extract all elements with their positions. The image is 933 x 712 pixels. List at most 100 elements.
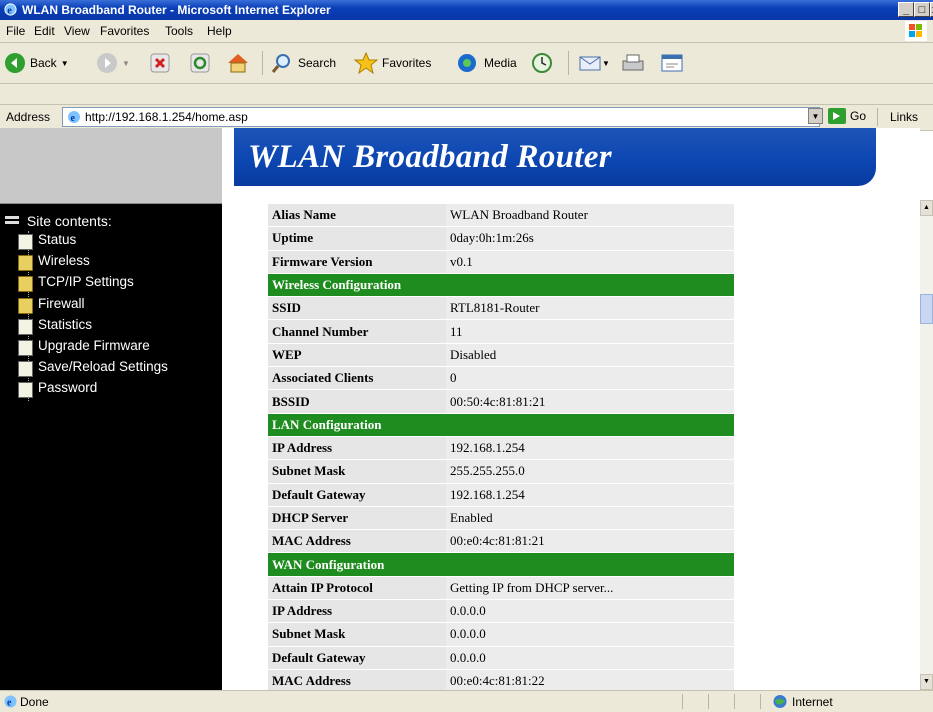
search-label: Search [298, 56, 337, 70]
page-status-icon: e [4, 695, 17, 709]
status-table: Alias Name WLAN Broadband Router Uptime 0da… [268, 204, 734, 690]
nav-item-statistics[interactable]: Statistics [18, 317, 92, 335]
field-value: 192.168.1.254 [446, 483, 734, 507]
back-label: Back [30, 56, 57, 70]
table-row: Default Gateway 0.0.0.0 [268, 646, 734, 670]
back-arrow-icon [5, 53, 25, 73]
table-row: Subnet Mask 0.0.0.0 [268, 622, 734, 647]
links-button[interactable]: Links [890, 110, 918, 124]
address-label: Address [6, 110, 51, 124]
table-row: MAC Address 00:e0:4c:81:81:22 [268, 669, 734, 690]
field-label: Associated Clients [268, 366, 446, 391]
section-header: LAN Configuration [268, 413, 734, 437]
scroll-down-button[interactable]: ▼ [920, 674, 933, 690]
field-value: 0 [446, 366, 734, 391]
field-label: DHCP Server [268, 506, 446, 531]
windows-flag-icon [905, 21, 927, 41]
folder-icon [18, 276, 33, 292]
scroll-thumb[interactable] [920, 294, 933, 324]
menu-view[interactable]: View [64, 24, 90, 38]
site-contents-label: Site contents: [26, 213, 112, 229]
folder-icon [18, 255, 33, 271]
document-icon [18, 340, 33, 356]
menu-help[interactable]: Help [207, 24, 232, 38]
nav-item-firewall[interactable]: Firewall [18, 296, 85, 314]
go-button[interactable]: Go [828, 108, 866, 124]
forward-arrow-icon [97, 53, 117, 73]
print-button[interactable] [620, 51, 646, 75]
sidebar-header [0, 128, 222, 204]
search-button[interactable]: Search [270, 51, 336, 75]
history-icon [532, 53, 552, 73]
nav-item-wireless[interactable]: Wireless [18, 253, 90, 271]
nav-item-password[interactable]: Password [18, 380, 97, 398]
field-value: RTL8181-Router [446, 296, 734, 321]
svg-text:▼: ▼ [602, 59, 608, 68]
document-icon [18, 382, 33, 398]
media-button[interactable]: Media [456, 51, 517, 75]
field-value: 11 [446, 319, 734, 344]
search-icon [271, 54, 290, 73]
table-row: Alias Name WLAN Broadband Router [268, 204, 734, 228]
field-label: SSID [268, 296, 446, 321]
folder-icon [18, 298, 33, 314]
field-label: Subnet Mask [268, 622, 446, 647]
field-value: 00:50:4c:81:81:21 [446, 389, 734, 414]
section-title: LAN Configuration [268, 413, 734, 437]
table-row: Attain IP Protocol Getting IP from DHCP s… [268, 576, 734, 601]
status-text: Done [20, 695, 49, 709]
field-label: MAC Address [268, 529, 446, 554]
field-value: v0.1 [446, 250, 734, 274]
table-row: WEP Disabled [268, 343, 734, 368]
nav-item-upgrade-firmware[interactable]: Upgrade Firmware [18, 338, 150, 356]
table-row: Subnet Mask 255.255.255.0 [268, 459, 734, 484]
document-icon [18, 361, 33, 377]
stop-button[interactable] [150, 51, 170, 75]
field-value: 192.168.1.254 [446, 436, 734, 461]
refresh-icon [190, 53, 210, 73]
menu-tools[interactable]: Tools [165, 24, 193, 38]
document-icon [18, 319, 33, 335]
security-zone: Internet [792, 695, 833, 709]
nav-item-status[interactable]: Status [18, 232, 76, 250]
table-row: MAC Address 00:e0:4c:81:81:21 [268, 529, 734, 554]
go-arrow-icon [828, 108, 846, 124]
minimize-button[interactable]: _ [898, 2, 914, 17]
back-button[interactable]: Back ▼ [4, 51, 69, 75]
table-row: Default Gateway 192.168.1.254 [268, 483, 734, 507]
maximize-button[interactable]: □ [914, 2, 930, 17]
scroll-up-button[interactable]: ▲ [920, 200, 933, 216]
field-label: Subnet Mask [268, 459, 446, 484]
menu-favorites[interactable]: Favorites [100, 24, 149, 38]
banner: WLAN Broadband Router [234, 128, 876, 186]
field-label: IP Address [268, 436, 446, 461]
mail-button[interactable]: ▼ [578, 51, 608, 75]
history-button[interactable] [530, 51, 554, 75]
favorites-button[interactable]: Favorites [354, 51, 431, 75]
menu-file[interactable]: File [6, 24, 25, 38]
vertical-scrollbar[interactable]: ▲ ▼ [920, 200, 933, 690]
home-button[interactable] [226, 51, 250, 75]
globe-icon [773, 695, 787, 708]
table-row: IP Address 192.168.1.254 [268, 436, 734, 461]
field-value: 00:e0:4c:81:81:21 [446, 529, 734, 554]
edit-button[interactable] [660, 51, 686, 75]
section-title: Wireless Configuration [268, 273, 734, 298]
nav-item-tcpip-settings[interactable]: TCP/IP Settings [18, 274, 134, 292]
menu-edit[interactable]: Edit [34, 24, 55, 38]
nav-item-save-reload-settings[interactable]: Save/Reload Settings [18, 359, 168, 377]
field-label: Alias Name [268, 204, 446, 228]
field-value: WLAN Broadband Router [446, 204, 734, 228]
forward-button[interactable]: ▼ [96, 51, 130, 75]
site-contents-icon [5, 216, 19, 224]
page-icon: e [68, 111, 80, 124]
refresh-button[interactable] [190, 51, 210, 75]
media-label: Media [484, 56, 517, 70]
field-label: Uptime [268, 226, 446, 251]
ie-logo-icon: e [4, 3, 17, 16]
address-bar: Address e http://192.168.1.254/home.asp … [0, 104, 933, 131]
mail-icon: ▼ [579, 56, 608, 71]
address-input[interactable]: e http://192.168.1.254/home.asp [62, 107, 820, 127]
address-dropdown-button[interactable]: ▼ [808, 108, 823, 124]
address-url: http://192.168.1.254/home.asp [85, 110, 248, 124]
